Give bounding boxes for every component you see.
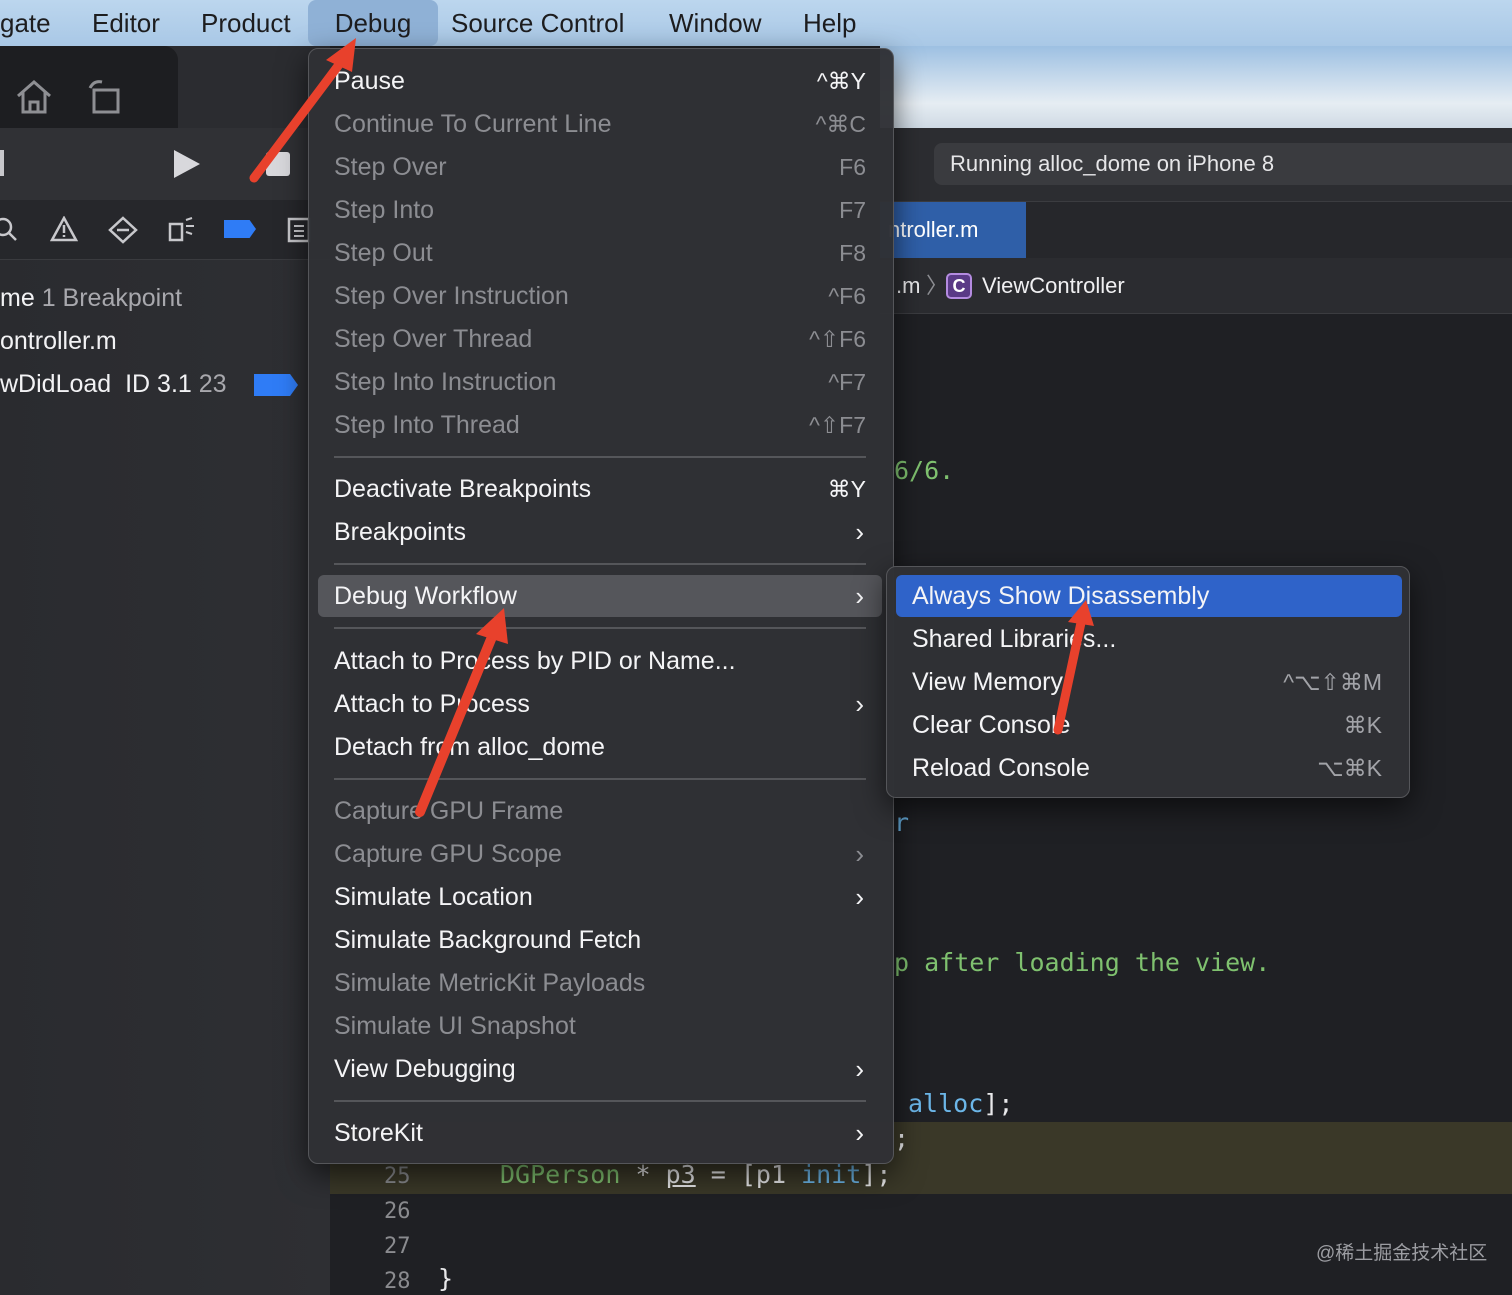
arrow-to-debug-menu: [249, 38, 356, 183]
annotation-arrows: [249, 38, 1094, 817]
arrow-to-always-show-disassembly: [1053, 600, 1094, 735]
watermark: @稀土掘金技术社区: [1316, 1243, 1488, 1264]
arrow-to-debug-workflow: [415, 608, 508, 817]
